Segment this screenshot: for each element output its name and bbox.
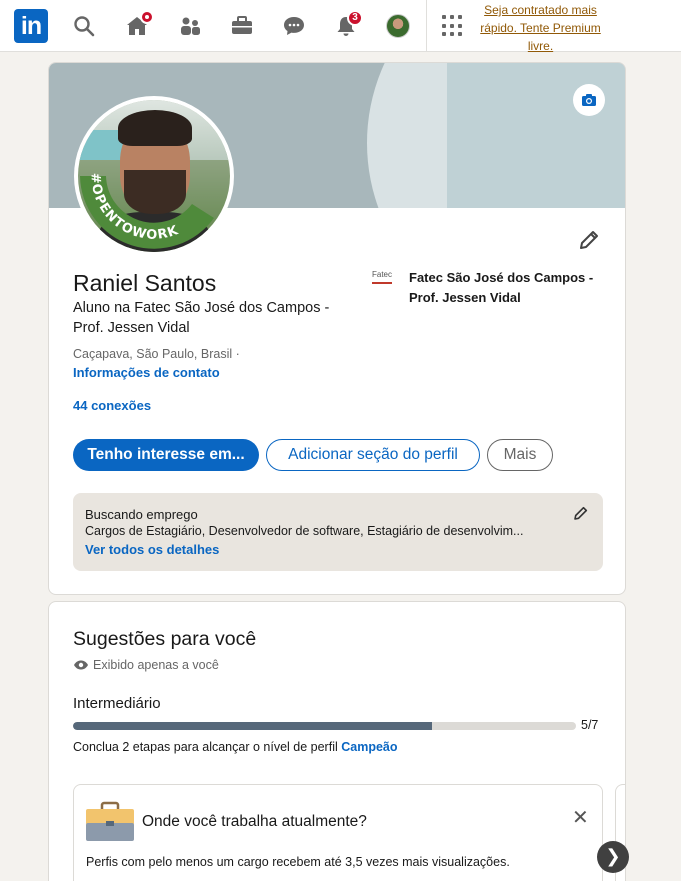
eye-icon — [74, 660, 88, 670]
profile-photo[interactable]: #OPENTOWORK — [74, 96, 234, 256]
edit-open-to-work-pencil-icon[interactable] — [573, 505, 589, 521]
top-nav: in 3 Seja contratado mais rápido. Tente … — [0, 0, 681, 55]
open-to-work-badge: #OPENTOWORK — [87, 173, 180, 243]
carousel-next-arrow-icon[interactable]: ❯ — [597, 841, 629, 873]
profile-location: Caçapava, São Paulo, Brasil · — [73, 347, 240, 361]
champion-level-link[interactable]: Campeão — [341, 740, 397, 754]
home-icon[interactable] — [124, 10, 154, 39]
private-note: Exibido apenas a você — [73, 657, 219, 673]
school-name[interactable]: Fatec São José dos Campos - Prof. Jessen… — [409, 268, 609, 308]
open-to-work-title: Buscando emprego — [85, 507, 198, 522]
private-note-text: Exibido apenas a você — [93, 658, 219, 672]
apps-grid-icon[interactable] — [442, 15, 464, 37]
search-icon[interactable] — [71, 13, 97, 39]
profile-progress-fill — [73, 722, 433, 730]
open-to-work-details-link[interactable]: Ver todos os detalhes — [85, 542, 219, 557]
linkedin-logo[interactable]: in — [14, 9, 48, 43]
open-to-work-frame: #OPENTOWORK — [80, 173, 214, 249]
task-title: Onde você trabalha atualmente? — [142, 813, 367, 830]
profile-progress-bar — [73, 722, 576, 730]
messaging-icon[interactable] — [281, 13, 307, 39]
edit-intro-pencil-icon[interactable] — [577, 228, 601, 252]
school-logo[interactable]: Fatec — [372, 270, 400, 292]
close-icon[interactable]: ✕ — [572, 805, 589, 829]
edit-banner-button[interactable] — [573, 84, 605, 116]
suggestion-task-card: Onde você trabalha atualmente? ✕ Perfis … — [73, 784, 603, 881]
briefcase-icon — [86, 801, 134, 841]
jobs-icon[interactable] — [229, 13, 255, 39]
profile-avatar-icon[interactable] — [386, 14, 410, 38]
nav-divider — [426, 0, 427, 52]
progress-description: Conclua 2 etapas para alcançar o nível d… — [73, 740, 398, 754]
connections-link[interactable]: 44 conexões — [73, 398, 151, 413]
open-to-button[interactable]: Tenho interesse em... — [73, 439, 259, 471]
network-icon[interactable] — [177, 13, 203, 39]
suggestions-title: Sugestões para você — [73, 628, 257, 650]
more-button[interactable]: Mais — [487, 439, 553, 471]
add-profile-section-button[interactable]: Adicionar seção do perfil — [266, 439, 480, 471]
open-to-work-box[interactable]: Buscando emprego Cargos de Estagiário, D… — [73, 493, 603, 571]
profile-card: #OPENTOWORK Raniel Santos Aluno na Fatec… — [48, 62, 626, 595]
contact-info-link[interactable]: Informações de contato — [73, 365, 220, 380]
premium-upsell-link[interactable]: Seja contratado mais rápido. Tente Premi… — [474, 1, 607, 55]
profile-name: Raniel Santos — [73, 270, 217, 296]
profile-headline: Aluno na Fatec São José dos Campos - Pro… — [73, 300, 330, 336]
home-notification-dot — [140, 10, 154, 24]
notifications-icon[interactable]: 3 — [333, 10, 363, 39]
open-to-work-description: Cargos de Estagiário, Desenvolvedor de s… — [85, 524, 524, 538]
profile-level: Intermediário — [73, 695, 161, 712]
progress-label: 5/7 — [581, 718, 599, 732]
svg-text:#OPENTOWORK: #OPENTOWORK — [87, 173, 181, 243]
suggestions-card: Sugestões para você Exibido apenas a voc… — [48, 601, 626, 881]
camera-icon — [582, 94, 596, 106]
task-description: Perfis com pelo menos um cargo recebem a… — [86, 855, 510, 869]
notifications-count-badge: 3 — [347, 10, 363, 26]
